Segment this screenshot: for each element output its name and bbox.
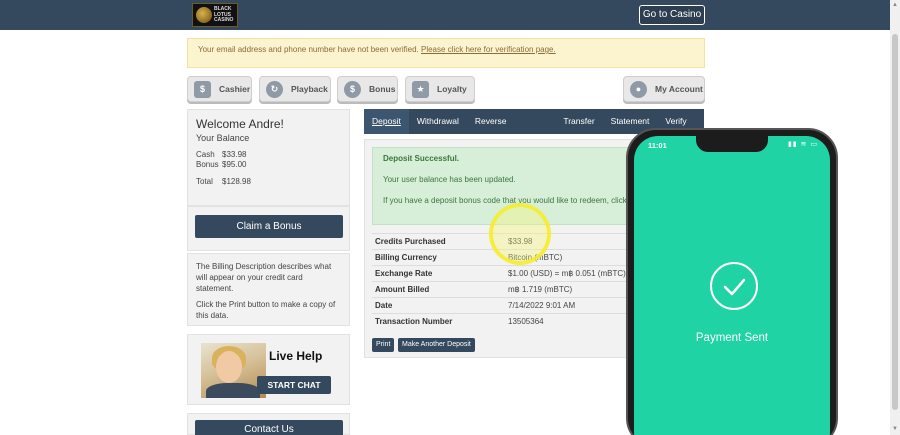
billing-description: The Billing Description describes what w…: [196, 262, 332, 293]
lotus-logo-icon: [196, 7, 212, 23]
phone-time: 11:01: [648, 141, 667, 150]
tab-withdrawal[interactable]: Withdrawal: [409, 109, 467, 134]
start-chat-button[interactable]: START CHAT: [257, 376, 331, 394]
scroll-down-arrow-icon[interactable]: ▼: [892, 426, 898, 432]
make-another-deposit-button[interactable]: Make Another Deposit: [398, 338, 475, 352]
contact-us-button[interactable]: Contact Us: [195, 420, 343, 435]
cashier-button[interactable]: $ Cashier: [187, 76, 252, 102]
cash-icon: $: [194, 80, 211, 98]
bonus-icon: $: [344, 80, 361, 98]
claim-bonus-button[interactable]: Claim a Bonus: [195, 215, 343, 238]
cash-row: Cash $33.98: [196, 150, 341, 159]
detail-label: Billing Currency: [375, 253, 437, 262]
phone-status-icons: ▮▮ ≋ ▭: [788, 141, 819, 148]
print-hint: Click the Print button to make a copy of…: [196, 300, 336, 320]
welcome-title: Welcome Andre!: [196, 117, 284, 131]
verification-link[interactable]: Please click here for verification page.: [421, 45, 556, 54]
detail-label: Date: [375, 301, 393, 310]
scroll-thumb[interactable]: [892, 34, 898, 410]
detail-label: Amount Billed: [375, 285, 430, 294]
total-value: $128.98: [222, 177, 251, 186]
phone-screen: 11:01 ▮▮ ≋ ▭ Payment Sent: [634, 136, 830, 435]
go-to-casino-button[interactable]: Go to Casino: [639, 5, 705, 25]
checkmark-icon: [710, 262, 758, 310]
user-icon: ●: [630, 80, 647, 98]
verification-alert: Your email address and phone number have…: [187, 38, 705, 68]
total-row: Total $128.98: [196, 177, 341, 186]
logo-text: BLACK LOTUS CASINO: [214, 6, 234, 23]
bonus-value: $95.00: [222, 160, 247, 169]
detail-value: m฿ 1.719 (mBTC): [508, 285, 573, 294]
detail-value: $1.00 (USD) = m฿ 0.051 (mBTC): [508, 269, 626, 278]
balance-panel: Welcome Andre! Your Balance Cash $33.98 …: [187, 109, 350, 206]
cash-label: Cash: [196, 150, 215, 159]
tab-transfer[interactable]: Transfer: [555, 109, 602, 134]
playback-label: Playback: [291, 84, 328, 94]
bonus-label: Bonus: [369, 84, 396, 94]
bonus-button[interactable]: $ Bonus: [337, 76, 398, 102]
my-account-label: My Account: [655, 84, 703, 94]
tab-deposit[interactable]: Deposit: [364, 109, 409, 134]
star-icon: ★: [412, 80, 429, 98]
billing-info-panel: The Billing Description describes what w…: [187, 253, 350, 326]
phone-notch: [696, 136, 768, 152]
scroll-up-arrow-icon[interactable]: ▲: [892, 2, 898, 8]
detail-label: Credits Purchased: [375, 237, 446, 246]
playback-icon: ↻: [266, 80, 283, 98]
alert-text: Your email address and phone number have…: [198, 45, 419, 54]
bonus-row: Bonus $95.00: [196, 160, 341, 169]
total-label: Total: [196, 177, 213, 186]
cash-value: $33.98: [222, 150, 247, 159]
contact-panel: Contact Us: [187, 413, 350, 435]
claim-bonus-panel: Claim a Bonus: [187, 206, 350, 251]
tab-reverse-withdrawal[interactable]: Reverse Withdrawal: [467, 109, 555, 151]
loyalty-label: Loyalty: [437, 84, 467, 94]
balance-subtitle: Your Balance: [196, 133, 250, 143]
cashier-label: Cashier: [219, 84, 251, 94]
phone-mockup: 11:01 ▮▮ ≋ ▭ Payment Sent: [626, 128, 838, 435]
live-help-title: Live Help: [269, 349, 323, 363]
page-scrollbar[interactable]: ▲ ▼: [890, 0, 900, 435]
cursor-highlight: [489, 203, 551, 265]
live-help-panel: Live Help START CHAT: [187, 334, 350, 405]
top-bar: BLACK LOTUS CASINO Go to Casino: [0, 0, 890, 30]
bonus-balance-label: Bonus: [196, 160, 219, 169]
payment-sent-text: Payment Sent: [695, 332, 769, 344]
detail-label: Transaction Number: [375, 317, 453, 326]
playback-button[interactable]: ↻ Playback: [259, 76, 331, 102]
print-button[interactable]: Print: [372, 338, 395, 352]
detail-value: 7/14/2022 9:01 AM: [508, 301, 576, 310]
my-account-button[interactable]: ● My Account: [623, 76, 705, 102]
loyalty-button[interactable]: ★ Loyalty: [405, 76, 475, 102]
casino-logo[interactable]: BLACK LOTUS CASINO: [192, 3, 238, 27]
detail-label: Exchange Rate: [375, 269, 433, 278]
detail-value: 13505364: [508, 317, 544, 326]
